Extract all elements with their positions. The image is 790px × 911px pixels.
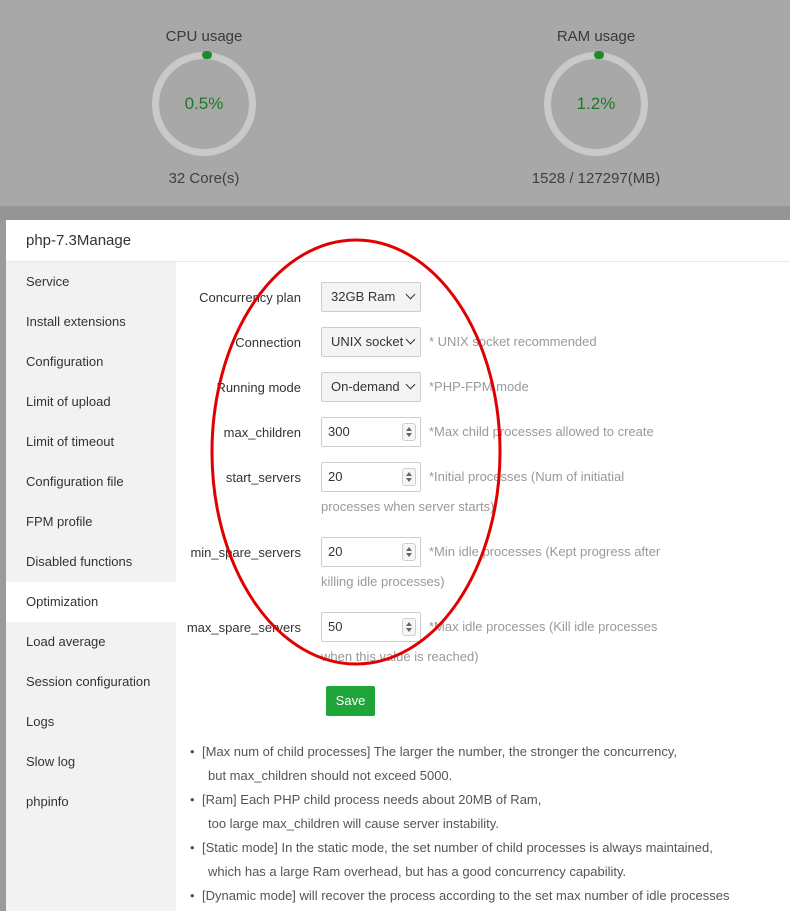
max-spare-servers-hint: *Max idle processes (Kill idle processes…	[321, 619, 658, 664]
ram-gauge-value: 1.2%	[576, 94, 616, 113]
note-line: [Max num of child processes] The larger …	[202, 744, 677, 759]
max-spare-servers-label: max_spare_servers	[186, 620, 301, 635]
cpu-gauge-title: CPU usage	[165, 28, 243, 45]
dashboard-background: CPU usage 0.5% 32 Core(s) RAM usage 1.2%…	[0, 0, 790, 206]
concurrency-plan-select[interactable]: 32GB Ram	[321, 282, 421, 312]
start-servers-label: start_servers	[225, 470, 301, 485]
list-item: [Static mode] In the static mode, the se…	[190, 836, 780, 884]
ram-amount: 1528 / 127297(MB)	[531, 170, 661, 187]
chevron-down-icon	[405, 289, 416, 300]
nav-item-configuration-file[interactable]: Configuration file	[6, 462, 176, 502]
cpu-gauge: CPU usage 0.5% 32 Core(s)	[94, 26, 314, 187]
nav-item-limit-of-upload[interactable]: Limit of upload	[6, 382, 176, 422]
nav-item-phpinfo[interactable]: phpinfo	[6, 782, 176, 822]
connection-select[interactable]: UNIX socket	[321, 327, 421, 357]
note-line: but max_children should not exceed 5000.	[208, 768, 453, 783]
max-children-hint: *Max child processes allowed to create	[429, 424, 654, 439]
nav-item-limit-of-timeout[interactable]: Limit of timeout	[6, 422, 176, 462]
start-servers-hint: *Initial processes (Num of initiatial pr…	[321, 469, 625, 514]
spinner-icon[interactable]	[402, 423, 416, 441]
max-children-label: max_children	[223, 425, 301, 440]
note-line: too large max_children will cause server…	[208, 816, 499, 831]
cpu-gauge-indicator	[202, 51, 212, 59]
cpu-gauge-value: 0.5%	[184, 94, 224, 113]
nav-item-fpm-profile[interactable]: FPM profile	[6, 502, 176, 542]
running-mode-label: Running mode	[216, 380, 301, 395]
connection-value: UNIX socket	[331, 334, 404, 349]
running-mode-hint: *PHP-FPM mode	[429, 379, 529, 394]
running-mode-value: On-demand	[331, 379, 400, 394]
background-divider	[0, 206, 790, 220]
concurrency-plan-label: Concurrency plan	[199, 290, 301, 305]
cpu-gauge-ring: 0.5%	[152, 51, 256, 156]
nav-item-slow-log[interactable]: Slow log	[6, 742, 176, 782]
modal-sidebar: Service Install extensions Configuration…	[6, 262, 176, 911]
cpu-cores: 32 Core(s)	[168, 170, 240, 187]
ram-gauge-ring: 1.2%	[544, 51, 648, 156]
connection-label: Connection	[235, 335, 301, 350]
note-line: which has a large Ram overhead, but has …	[208, 864, 627, 879]
list-item: [Max num of child processes] The larger …	[190, 740, 780, 788]
nav-item-optimization[interactable]: Optimization	[6, 582, 176, 622]
help-notes: [Max num of child processes] The larger …	[190, 740, 780, 908]
note-line: [Ram] Each PHP child process needs about…	[202, 792, 542, 807]
nav-item-install-extensions[interactable]: Install extensions	[6, 302, 176, 342]
chevron-down-icon	[405, 334, 416, 345]
php-manage-modal: php-7.3Manage Service Install extensions…	[6, 220, 790, 911]
save-button[interactable]: Save	[326, 686, 375, 716]
note-line: [Dynamic mode] will recover the process …	[202, 888, 730, 903]
chevron-down-icon	[405, 379, 416, 390]
list-item: [Ram] Each PHP child process needs about…	[190, 788, 780, 836]
nav-item-session-configuration[interactable]: Session configuration	[6, 662, 176, 702]
list-item: [Dynamic mode] will recover the process …	[190, 884, 780, 908]
optimization-panel: Concurrency plan 32GB Ram Connection UNI…	[176, 262, 790, 911]
min-spare-servers-hint: *Min idle processes (Kept progress after…	[321, 544, 661, 589]
note-line: [Static mode] In the static mode, the se…	[202, 840, 713, 855]
min-spare-servers-label: min_spare_servers	[190, 545, 301, 560]
nav-item-service[interactable]: Service	[6, 262, 176, 302]
nav-item-load-average[interactable]: Load average	[6, 622, 176, 662]
ram-gauge-title: RAM usage	[556, 28, 636, 45]
connection-hint: * UNIX socket recommended	[429, 334, 597, 349]
concurrency-plan-value: 32GB Ram	[331, 289, 396, 304]
modal-title: php-7.3Manage	[6, 220, 790, 262]
nav-item-disabled-functions[interactable]: Disabled functions	[6, 542, 176, 582]
ram-gauge: RAM usage 1.2% 1528 / 127297(MB)	[486, 26, 706, 187]
nav-item-configuration[interactable]: Configuration	[6, 342, 176, 382]
max-children-input[interactable]: 300	[321, 417, 421, 447]
running-mode-select[interactable]: On-demand	[321, 372, 421, 402]
max-children-value: 300	[328, 424, 350, 439]
ram-gauge-indicator	[594, 51, 604, 59]
nav-item-logs[interactable]: Logs	[6, 702, 176, 742]
